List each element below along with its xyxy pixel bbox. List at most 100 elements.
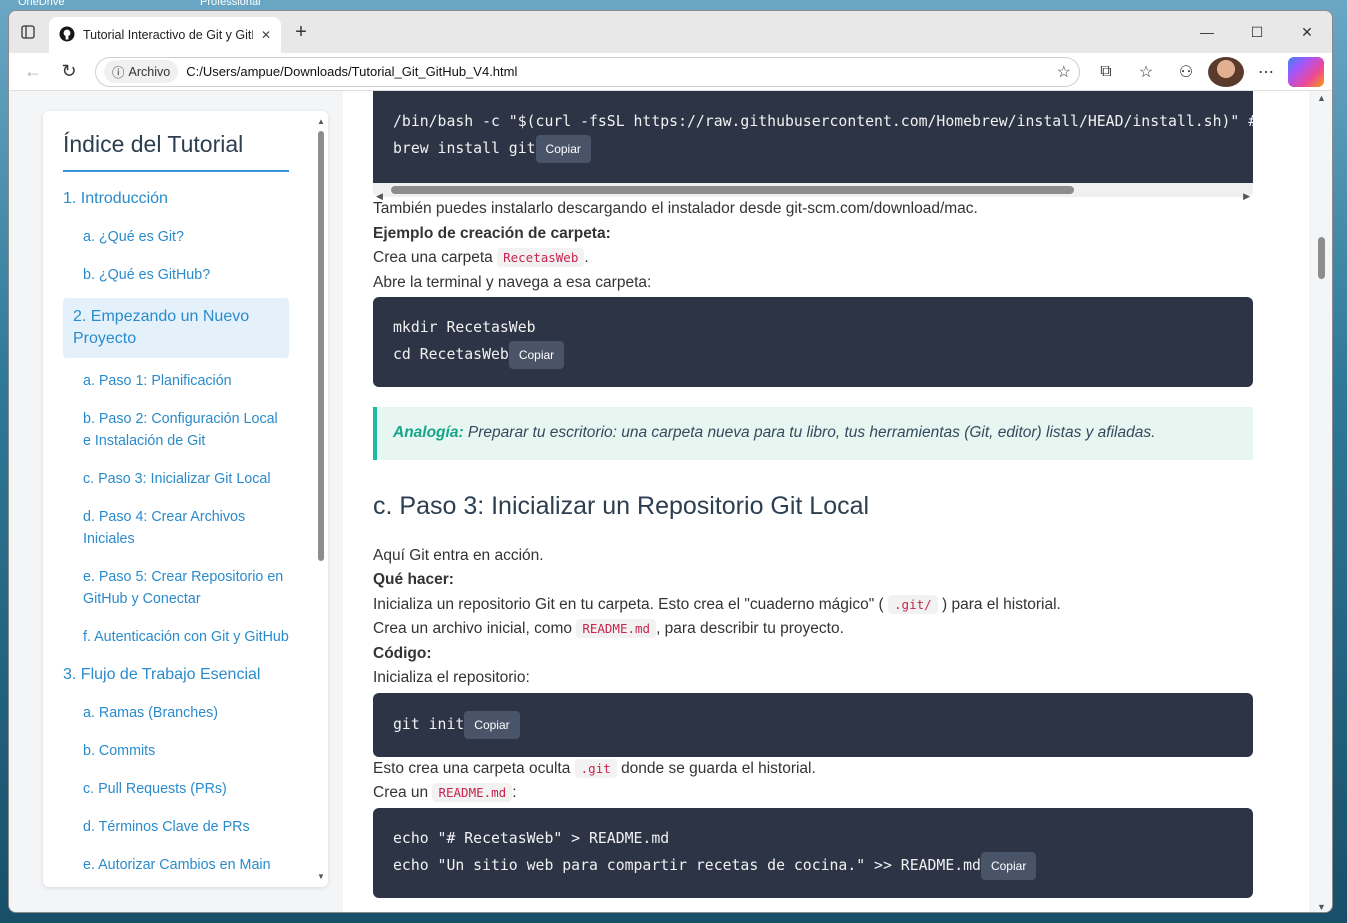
inline-code: .git/ — [888, 594, 938, 614]
maximize-icon[interactable]: ☐ — [1232, 24, 1282, 41]
paragraph-create-folder: Crea una carpeta RecetasWeb. — [373, 246, 1253, 271]
copilot-logo — [1288, 56, 1324, 87]
paragraph-create-readme: Crea un README.md: — [373, 781, 1253, 806]
code-line: mkdir RecetasWeb — [393, 319, 536, 336]
text: donde se guarda el historial. — [621, 759, 816, 777]
inline-code: .git — [574, 758, 617, 778]
extensions-icon[interactable]: ⧉ — [1088, 57, 1124, 87]
inline-code: README.md — [432, 783, 513, 802]
paragraph-intro: Aquí Git entra en acción. — [373, 546, 544, 564]
paragraph-init: Inicializa un repositorio Git en tu carp… — [373, 593, 1253, 618]
main-content-panel: /bin/bash -c "$(curl -fsSL https://raw.g… — [343, 91, 1309, 912]
copy-button[interactable]: Copiar — [535, 135, 591, 163]
refresh-icon[interactable]: ↻ — [53, 56, 85, 88]
page-scrollbar[interactable]: ▲ ▼ — [1314, 91, 1328, 912]
avatar — [1208, 56, 1244, 87]
copy-button[interactable]: Copiar — [508, 341, 565, 369]
copy-button[interactable]: Copiar — [980, 851, 1037, 880]
text: Crea un — [373, 784, 429, 801]
close-window-icon[interactable]: ✕ — [1282, 24, 1332, 41]
more-menu-icon[interactable]: ⋯ — [1248, 57, 1284, 87]
text: . — [584, 249, 589, 266]
text: Crea un archivo inicial, como — [373, 620, 573, 637]
toc-item-paso-4[interactable]: d. Paso 4: Crear Archivos Iniciales — [63, 498, 289, 558]
example-heading: Ejemplo de creación de carpeta: — [373, 224, 611, 242]
toc-item-autorizar-cambios[interactable]: e. Autorizar Cambios en Main — [63, 846, 289, 884]
page-viewport: Índice del Tutorial 1. Introducción a. ¿… — [9, 91, 1332, 912]
inline-code: README.md — [576, 619, 657, 638]
toc-item-autenticacion[interactable]: f. Autenticación con Git y GitHub — [63, 618, 289, 656]
code-block-install-mac: /bin/bash -c "$(curl -fsSL https://raw.g… — [373, 91, 1253, 201]
copilot-icon[interactable] — [1288, 56, 1324, 87]
page-scroll-thumb[interactable] — [1318, 237, 1325, 279]
tab-close-icon[interactable]: ✕ — [261, 28, 271, 42]
toc-item-que-es-github[interactable]: b. ¿Qué es GitHub? — [63, 256, 289, 294]
toc-item-paso-5[interactable]: e. Paso 5: Crear Repositorio en GitHub y… — [63, 558, 289, 618]
profile-avatar[interactable] — [1208, 56, 1244, 87]
toc-item-introduccion[interactable]: 1. Introducción — [63, 180, 289, 218]
code-block-mkdir: mkdir RecetasWeb cd RecetasWeb Copiar — [373, 297, 1253, 387]
analogy-callout: Analogía: Preparar tu escritorio: una ca… — [373, 407, 1253, 460]
code-line: /bin/bash -c "$(curl -fsSL https://raw.g… — [393, 113, 1253, 130]
paragraph-open-terminal: Abre la terminal y navega a esa carpeta: — [373, 273, 652, 291]
paragraph-hidden-folder: Esto crea una carpeta oculta .git donde … — [373, 757, 1253, 782]
url-text[interactable]: C:/Users/ampue/Downloads/Tutorial_Git_Gi… — [186, 64, 1048, 79]
toc-item-flujo-trabajo[interactable]: 3. Flujo de Trabajo Esencial — [63, 656, 289, 694]
collections-icon[interactable]: ⚇ — [1168, 57, 1204, 87]
toc-item-ramas[interactable]: a. Ramas (Branches) — [63, 694, 289, 732]
copy-button[interactable]: Copiar — [464, 710, 520, 739]
toc-item-que-es-git[interactable]: a. ¿Qué es Git? — [63, 218, 289, 256]
scroll-left-arrow-icon[interactable]: ◀ — [376, 184, 383, 209]
file-info-chip[interactable]: ⓘ Archivo — [104, 60, 179, 83]
favorite-star-icon[interactable]: ☆ — [1057, 62, 1071, 82]
code-block-echo-readme: echo "# RecetasWeb" > README.md echo "Un… — [373, 807, 1253, 898]
paragraph-init-repo: Inicializa el repositorio: — [373, 669, 530, 686]
github-icon — [59, 26, 75, 45]
code-line: echo "Un sitio web para compartir receta… — [393, 856, 981, 874]
sidebar-scrollbar[interactable]: ▲ ▼ — [316, 117, 326, 881]
text: Crea una carpeta — [373, 249, 493, 266]
code-heading: Código: — [373, 644, 432, 662]
inline-code: RecetasWeb — [497, 248, 585, 267]
toc-item-empezando-proyecto[interactable]: 2. Empezando un Nuevo Proyecto — [63, 298, 289, 358]
minimize-icon[interactable]: — — [1182, 24, 1232, 41]
text: ) para el historial. — [941, 595, 1061, 613]
toc-item-pull-requests[interactable]: c. Pull Requests (PRs) — [63, 770, 289, 808]
toc-item-paso-3[interactable]: c. Paso 3: Inicializar Git Local — [63, 460, 289, 498]
code-line: echo "# RecetasWeb" > README.md — [393, 829, 670, 847]
new-tab-button[interactable]: + — [285, 17, 317, 47]
toc-title: Índice del Tutorial — [63, 131, 289, 172]
page-scroll-up-icon[interactable]: ▲ — [1317, 93, 1326, 103]
info-icon: ⓘ — [112, 66, 125, 80]
text: , para describir tu proyecto. — [656, 620, 844, 637]
paragraph-readme: Crea un archivo inicial, como README.md,… — [373, 617, 1253, 642]
scroll-right-arrow-icon[interactable]: ▶ — [1243, 184, 1250, 209]
text: Inicializa un repositorio Git en tu carp… — [373, 595, 884, 613]
code-scroll-thumb[interactable] — [391, 186, 1074, 194]
paragraph-mac-installer: También puedes instalarlo descargando el… — [373, 200, 978, 217]
toc-item-paso-2[interactable]: b. Paso 2: Configuración Local e Instala… — [63, 400, 289, 460]
page-scroll-down-icon[interactable]: ▼ — [1317, 902, 1326, 912]
code-line: git init — [393, 715, 465, 733]
code-line: brew install git — [393, 140, 536, 157]
omnibox[interactable]: ⓘ Archivo C:/Users/ampue/Downloads/Tutor… — [95, 56, 1080, 87]
back-icon[interactable]: ← — [17, 56, 49, 88]
scroll-up-arrow-icon[interactable]: ▲ — [317, 117, 325, 126]
section-heading: c. Paso 3: Inicializar un Repositorio Gi… — [373, 491, 870, 520]
desktop-label-onedrive: OneDrive — [18, 0, 65, 8]
sidebar-scroll-thumb[interactable] — [318, 131, 324, 561]
code-horizontal-scrollbar[interactable]: ◀ ▶ — [373, 183, 1253, 201]
desktop-label-professional: Professional — [200, 0, 261, 8]
analogy-text: Preparar tu escritorio: una carpeta nuev… — [463, 424, 1156, 441]
code-line: cd RecetasWeb — [393, 346, 509, 363]
toc-item-paso-1[interactable]: a. Paso 1: Planificación — [63, 362, 289, 400]
address-bar: ← ↻ ⓘ Archivo C:/Users/ampue/Downloads/T… — [9, 53, 1332, 91]
toc-item-terminos-prs[interactable]: d. Términos Clave de PRs — [63, 808, 289, 846]
toc-item-commits[interactable]: b. Commits — [63, 732, 289, 770]
favorites-icon[interactable]: ☆ — [1128, 57, 1164, 87]
browser-tab[interactable]: Tutorial Interactivo de Git y GitHub ✕ — [49, 17, 281, 53]
text: Esto crea una carpeta oculta — [373, 759, 571, 777]
sidebar-toggle-icon[interactable] — [13, 17, 43, 47]
scroll-down-arrow-icon[interactable]: ▼ — [317, 872, 325, 881]
what-to-do-heading: Qué hacer: — [373, 571, 454, 588]
